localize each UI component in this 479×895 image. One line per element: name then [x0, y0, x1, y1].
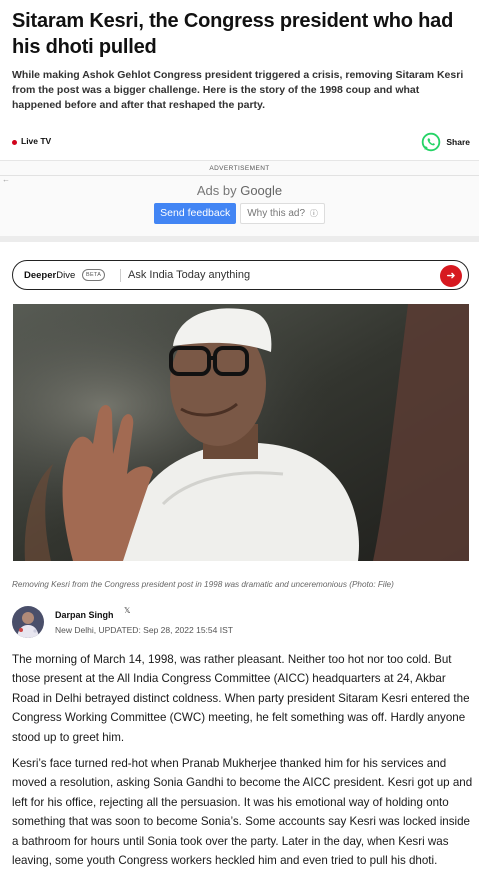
- deeperdive-brand-bold: Deeper: [24, 270, 57, 281]
- live-tv-link[interactable]: Live TV: [21, 136, 51, 146]
- live-indicator-dot: [12, 140, 17, 145]
- article-paragraph-2: Kesri’s face turned red-hot when Pranab …: [12, 757, 473, 868]
- deeperdive-logo: DeeperDive: [24, 270, 75, 281]
- share-label: Share: [446, 137, 470, 147]
- ads-by-prefix: Ads by: [196, 183, 241, 198]
- author-byline: Darpan Singh 𝕏 New Delhi, UPDATED: Sep 2…: [12, 604, 472, 640]
- article-headline: Sitaram Kesri, the Congress president wh…: [12, 10, 454, 58]
- google-wordmark: Google: [240, 183, 283, 198]
- send-feedback-button[interactable]: Send feedback: [154, 203, 237, 224]
- article-dateline: New Delhi, UPDATED: Sep 28, 2022 15:54 I…: [55, 625, 233, 635]
- author-name[interactable]: Darpan Singh: [55, 610, 114, 620]
- deeperdive-search-bar[interactable]: DeeperDive BETA Ask India Today anything…: [12, 260, 469, 290]
- deeperdive-brand-rest: Dive: [56, 270, 76, 281]
- deeperdive-search-input[interactable]: Ask India Today anything: [128, 269, 250, 281]
- advertisement-block: ADVERTISEMENT ← Ads by Google Send feedb…: [0, 160, 479, 242]
- advertisement-tag: ADVERTISEMENT: [209, 165, 270, 172]
- x-social-icon[interactable]: 𝕏: [124, 606, 130, 615]
- advertisement-divider: [0, 175, 479, 176]
- article-photo: [13, 304, 469, 561]
- beta-badge: BETA: [82, 269, 106, 281]
- why-this-ad-label: Why this ad?: [247, 208, 306, 219]
- author-avatar-illustration: [12, 606, 44, 638]
- ad-buttons: Send feedback Why this ad? ⓘ: [0, 203, 479, 224]
- live-share-row: Live TV Share: [12, 132, 470, 152]
- avatar[interactable]: [12, 606, 44, 638]
- why-this-ad-button[interactable]: Why this ad? ⓘ: [240, 203, 325, 224]
- photo-caption: Removing Kesri from the Congress preside…: [12, 580, 394, 589]
- kesri-photo-illustration: [13, 304, 469, 561]
- whatsapp-icon[interactable]: [421, 132, 441, 152]
- article-summary: While making Ashok Gehlot Congress presi…: [12, 69, 464, 111]
- article-paragraph-1: The morning of March 14, 1998, was rathe…: [12, 653, 470, 744]
- arrow-right-icon[interactable]: ➜: [440, 265, 462, 287]
- deeperdive-separator: [120, 269, 121, 282]
- info-icon: ⓘ: [309, 209, 318, 218]
- share-button[interactable]: Share: [421, 132, 470, 152]
- ads-by-google: Ads by Google: [0, 183, 479, 198]
